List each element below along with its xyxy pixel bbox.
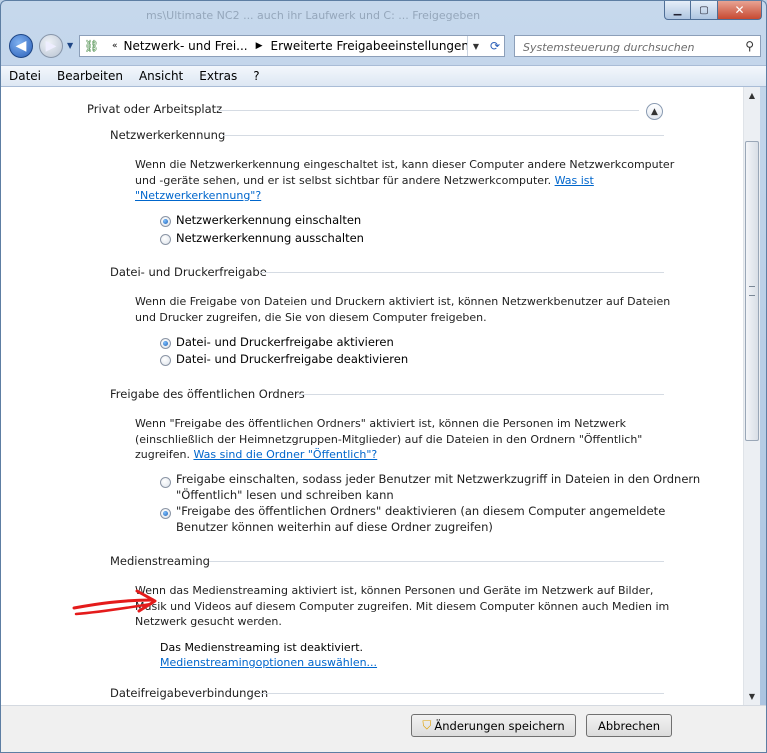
- file-sharing-text-line-1: Wenn die Freigabe von Dateien und Drucke…: [135, 295, 671, 308]
- label-public-folder-off[interactable]: "Freigabe des öffentlichen Ordners" deak…: [176, 504, 665, 535]
- close-icon: ✕: [734, 3, 745, 17]
- section-divider: [296, 394, 664, 395]
- help-link-discovery-cont[interactable]: "Netzwerkerkennung"?: [135, 189, 261, 202]
- title-bar: ms\Ultimate NC2 ... auch ihr Laufwerk un…: [1, 1, 766, 29]
- search-icon[interactable]: ⚲: [745, 39, 754, 53]
- label-file-sharing-on[interactable]: Datei- und Druckerfreigabe aktivieren: [176, 335, 394, 349]
- radio-file-sharing-off[interactable]: [160, 355, 171, 366]
- search-input[interactable]: [521, 38, 735, 56]
- grip-icon: [749, 286, 755, 296]
- collapse-profile-button[interactable]: ▲: [646, 103, 663, 120]
- radio-public-folder-on[interactable]: [160, 477, 171, 488]
- address-overflow[interactable]: «: [112, 41, 118, 51]
- radio-public-folder-off[interactable]: [160, 508, 171, 519]
- recent-pages-dropdown[interactable]: ▼: [67, 41, 73, 50]
- scroll-down-icon[interactable]: ▼: [744, 688, 760, 705]
- vertical-scrollbar[interactable]: ▲ ▼: [743, 87, 760, 705]
- uac-shield-icon: ⛉: [422, 718, 432, 732]
- menu-datei[interactable]: Datei: [1, 69, 49, 83]
- window: ms\Ultimate NC2 ... auch ihr Laufwerk un…: [0, 0, 767, 753]
- menu-ansicht[interactable]: Ansicht: [131, 69, 191, 83]
- navigation-bar: ◀ ▶ ▼ ⛓ « Netzwerk- und Frei... ▶ Erweit…: [1, 31, 766, 63]
- minimize-button[interactable]: ▁: [664, 1, 691, 20]
- media-status: Das Medienstreaming ist deaktiviert.: [160, 641, 364, 654]
- network-icon: ⛓: [84, 39, 100, 53]
- back-button[interactable]: ◀: [9, 34, 33, 58]
- media-text-line-1: Wenn das Medienstreaming aktiviert ist, …: [135, 584, 654, 597]
- public-folder-text-line-3: zugreifen.: [135, 448, 190, 461]
- breadcrumb-network-center[interactable]: Netzwerk- und Frei...: [124, 39, 248, 53]
- menu-help[interactable]: ?: [245, 69, 267, 83]
- scrollbar-thumb[interactable]: [745, 141, 759, 441]
- breadcrumb-separator-icon[interactable]: ▶: [256, 41, 263, 51]
- section-divider: [223, 135, 664, 136]
- file-sharing-description: Wenn die Freigabe von Dateien und Drucke…: [135, 294, 670, 325]
- public-folder-text-line-2: (einschließlich der Heimnetzgruppen-Mitg…: [135, 432, 643, 446]
- section-divider: [259, 272, 664, 273]
- forward-arrow-icon: ▶: [45, 38, 57, 54]
- refresh-icon: ⟳: [489, 39, 501, 53]
- address-dropdown-icon[interactable]: ▼: [467, 36, 484, 56]
- search-box[interactable]: ⚲: [514, 35, 761, 57]
- cancel-button-label: Abbrechen: [598, 718, 660, 733]
- public-folder-text-line-1: Wenn "Freigabe des öffentlichen Ordners"…: [135, 417, 626, 430]
- close-button[interactable]: ✕: [718, 1, 762, 20]
- section-heading-discovery: Netzwerkerkennung: [110, 128, 226, 142]
- section-heading-connections: Dateifreigabeverbindungen: [110, 686, 269, 700]
- maximize-icon: ▢: [699, 4, 709, 16]
- label-discovery-off[interactable]: Netzwerkerkennung ausschalten: [176, 231, 364, 245]
- section-divider: [259, 693, 664, 694]
- media-text-line-2: Musik und Videos auf diesem Computer zug…: [135, 599, 670, 613]
- save-button-label: Änderungen speichern: [434, 718, 565, 733]
- settings-content: Privat oder Arbeitsplatz ▲ Netzwerkerken…: [1, 87, 743, 705]
- discovery-text-line-1: Wenn die Netzwerkerkennung eingeschaltet…: [135, 158, 675, 171]
- label-public-folder-on[interactable]: Freigabe einschalten, sodass jeder Benut…: [176, 472, 700, 503]
- scroll-up-icon[interactable]: ▲: [744, 87, 760, 104]
- radio-discovery-off[interactable]: [160, 234, 171, 245]
- public-folder-on-line-2: "Öffentlich" lesen und schreiben kann: [176, 487, 394, 502]
- public-folder-on-line-1: Freigabe einschalten, sodass jeder Benut…: [176, 472, 701, 486]
- back-arrow-icon: ◀: [15, 38, 27, 54]
- profile-divider: [217, 110, 639, 111]
- forward-button[interactable]: ▶: [39, 34, 63, 58]
- discovery-description: Wenn die Netzwerkerkennung eingeschaltet…: [135, 157, 674, 204]
- menu-bearbeiten[interactable]: Bearbeiten: [49, 69, 131, 83]
- blurred-window-title: ms\Ultimate NC2 ... auch ihr Laufwerk un…: [146, 9, 481, 22]
- chevron-up-icon: ▲: [651, 106, 658, 117]
- public-folder-off-line-2: Benutzer können weiterhin auf diese Ordn…: [176, 519, 493, 534]
- breadcrumb-advanced-sharing[interactable]: Erweiterte Freigabeeinstellungen: [271, 39, 470, 53]
- help-link-public-folders[interactable]: Was sind die Ordner "Öffentlich"?: [193, 448, 377, 461]
- section-heading-file-sharing: Datei- und Druckerfreigabe: [110, 265, 267, 279]
- menu-extras[interactable]: Extras: [191, 69, 245, 83]
- public-folder-off-line-1: "Freigabe des öffentlichen Ordners" deak…: [176, 504, 666, 518]
- save-changes-button[interactable]: ⛉ Änderungen speichern: [411, 714, 576, 737]
- red-annotation-arrow: [72, 589, 157, 616]
- label-file-sharing-off[interactable]: Datei- und Druckerfreigabe deaktivieren: [176, 352, 408, 366]
- section-heading-media: Medienstreaming: [110, 554, 210, 568]
- section-divider: [209, 561, 664, 562]
- public-folder-description: Wenn "Freigabe des öffentlichen Ordners"…: [135, 416, 642, 463]
- minimize-icon: ▁: [673, 4, 682, 16]
- discovery-text-line-2: und -geräte sehen, und er ist selbst sic…: [135, 173, 552, 187]
- file-sharing-text-line-2: und Drucker zugreifen, die Sie von diese…: [135, 310, 487, 324]
- address-bar[interactable]: ⛓ « Netzwerk- und Frei... ▶ Erweiterte F…: [79, 35, 505, 57]
- help-link-discovery[interactable]: Was ist: [555, 174, 594, 187]
- radio-file-sharing-on[interactable]: [160, 338, 171, 349]
- caption-buttons: ▁ ▢ ✕: [664, 1, 762, 20]
- menu-bar: Datei Bearbeiten Ansicht Extras ?: [1, 65, 766, 87]
- section-heading-public-folder: Freigabe des öffentlichen Ordners: [110, 387, 305, 401]
- maximize-button[interactable]: ▢: [691, 1, 718, 20]
- dialog-footer: ⛉ Änderungen speichern Abbrechen: [1, 705, 766, 752]
- radio-discovery-on[interactable]: [160, 216, 171, 227]
- media-options-link[interactable]: Medienstreamingoptionen auswählen...: [160, 656, 377, 669]
- profile-title: Privat oder Arbeitsplatz: [87, 102, 223, 116]
- refresh-button[interactable]: ⟳: [485, 36, 505, 56]
- media-description: Wenn das Medienstreaming aktiviert ist, …: [135, 583, 669, 630]
- label-discovery-on[interactable]: Netzwerkerkennung einschalten: [176, 213, 361, 227]
- cancel-button[interactable]: Abbrechen: [586, 714, 672, 737]
